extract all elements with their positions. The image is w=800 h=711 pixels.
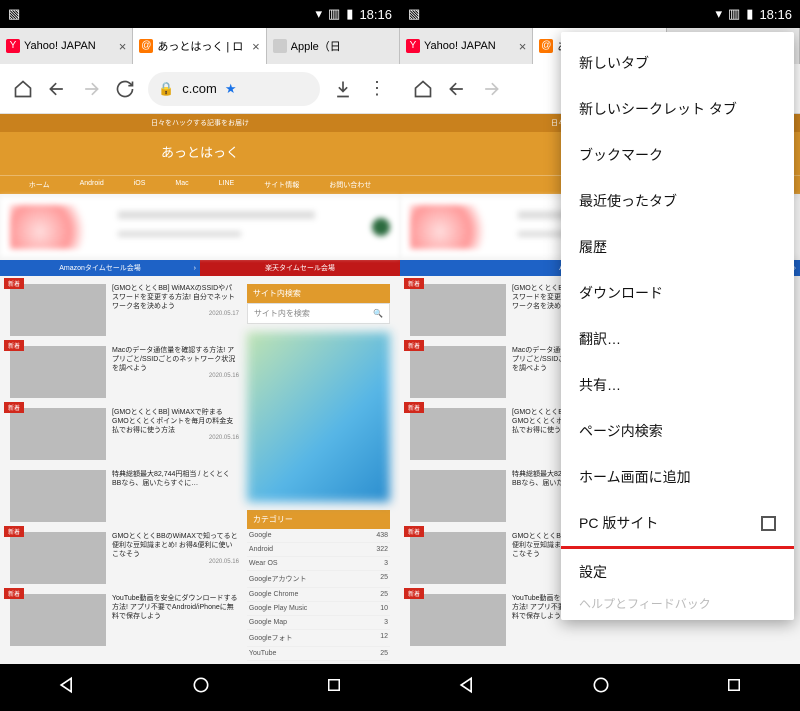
sale-bar: Amazonタイムセール会場› 楽天タイムセール会場 (0, 260, 400, 276)
status-time: 18:16 (759, 7, 792, 22)
back-button[interactable] (446, 78, 468, 100)
wifi-icon: ▾ (315, 6, 322, 22)
close-icon[interactable]: × (119, 39, 127, 54)
forward-button[interactable] (80, 78, 102, 100)
android-navbar (400, 664, 800, 711)
omnibox-text: c.com (182, 81, 217, 96)
page-content[interactable]: 日々をハックする記事をお届け あっとはっく ホーム Android iOS Ma… (0, 114, 400, 664)
forward-button[interactable] (480, 78, 502, 100)
tab-apple[interactable]: Apple（日 (267, 28, 400, 64)
favicon-athack: @ (139, 39, 153, 53)
site-nav: ホーム Android iOS Mac LINE サイト情報 お問い合わせ (0, 175, 400, 194)
overflow-menu-button[interactable]: ⋮ (366, 78, 388, 100)
home-button[interactable] (12, 78, 34, 100)
overflow-menu: 新しいタブ 新しいシークレット タブ ブックマーク 最近使ったタブ 履歴 ダウン… (561, 32, 794, 620)
bookmark-star-icon[interactable]: ★ (225, 81, 237, 97)
article-list: 新着[GMOとくとくBB] WiMAXのSSIDやパスワードを変更する方法! 自… (10, 284, 239, 661)
list-item[interactable]: 新着[GMOとくとくBB] WiMAXで貯まるGMOとくとくポイントを毎月の料金… (10, 408, 239, 460)
favicon-athack: @ (539, 39, 553, 53)
menu-add-to-home[interactable]: ホーム画面に追加 (561, 454, 794, 500)
favicon-yahoo: Y (406, 39, 420, 53)
no-sim-icon: ▥ (728, 6, 740, 22)
menu-share[interactable]: 共有… (561, 362, 794, 408)
list-item[interactable]: 新着YouTube動画を安全にダウンロードする方法! アプリ不要でAndroid… (10, 594, 239, 646)
android-navbar (0, 664, 400, 711)
list-item[interactable]: Google Map3 (247, 616, 390, 630)
menu-recent-tabs[interactable]: 最近使ったタブ (561, 178, 794, 224)
sidebar: サイト内検索 サイト内を検索🔍 カテゴリー Google438 Android3… (247, 284, 390, 661)
home-button[interactable] (412, 78, 434, 100)
search-input[interactable]: サイト内を検索🔍 (247, 303, 390, 324)
list-item[interactable]: 新着[GMOとくとくBB] WiMAXのSSIDやパスワードを変更する方法! 自… (10, 284, 239, 336)
menu-settings[interactable]: 設定 (561, 549, 794, 595)
nav-back-button[interactable] (457, 675, 477, 700)
browser-toolbar: 🔒 c.com ★ ⋮ (0, 64, 400, 114)
nav-home-button[interactable] (591, 675, 611, 700)
close-icon[interactable]: × (519, 39, 527, 54)
category-list: Google438 Android322 Wear OS3 Googleアカウン… (247, 529, 390, 661)
menu-translate[interactable]: 翻訳… (561, 316, 794, 362)
featured-article[interactable] (0, 197, 400, 257)
list-item[interactable]: 新着Macのデータ通信量を確認する方法! アプリごと/SSIDごとのネットワーク… (10, 346, 239, 398)
tab-yahoo[interactable]: Y Yahoo! JAPAN × (0, 28, 133, 64)
battery-icon: ▮ (346, 6, 353, 22)
menu-history[interactable]: 履歴 (561, 224, 794, 270)
status-time: 18:16 (359, 7, 392, 22)
ad-box[interactable] (247, 332, 390, 502)
list-item[interactable]: 新着GMOとくとくBBのWiMAXで知ってると便利な豆知識まとめ! お得&便利に… (10, 532, 239, 584)
category-header: カテゴリー (247, 510, 390, 529)
menu-desktop-site[interactable]: PC 版サイト (561, 500, 794, 549)
search-header: サイト内検索 (247, 284, 390, 303)
no-sim-icon: ▥ (328, 6, 340, 22)
battery-icon: ▮ (746, 6, 753, 22)
chevron-right-icon: › (194, 265, 196, 272)
list-item[interactable]: Googleフォト12 (247, 630, 390, 647)
nav-back-button[interactable] (57, 675, 77, 700)
list-item[interactable]: Google438 (247, 529, 390, 543)
status-bar: ▧ ▾ ▥ ▮ 18:16 (400, 0, 800, 28)
picture-icon: ▧ (408, 6, 420, 22)
lock-icon: 🔒 (158, 81, 174, 97)
menu-downloads[interactable]: ダウンロード (561, 270, 794, 316)
reload-button[interactable] (114, 78, 136, 100)
tab-yahoo[interactable]: Y Yahoo! JAPAN × (400, 28, 533, 64)
omnibox[interactable]: 🔒 c.com ★ (148, 72, 320, 106)
list-item[interactable]: Android322 (247, 543, 390, 557)
list-item[interactable]: 特典総額最大82,744円相当 / とくとくBBなら、届いたらすぐに… (10, 470, 239, 522)
site-header: 日々をハックする記事をお届け あっとはっく ホーム Android iOS Ma… (0, 114, 400, 194)
list-item[interactable]: Google Chrome25 (247, 588, 390, 602)
menu-new-tab[interactable]: 新しいタブ (561, 40, 794, 86)
phone-right: ▧ ▾ ▥ ▮ 18:16 Y Yahoo! JAPAN × @ あっとはっく … (400, 0, 800, 711)
close-icon[interactable]: × (252, 39, 260, 54)
menu-help[interactable]: ヘルプとフィードバック (561, 595, 794, 612)
menu-bookmarks[interactable]: ブックマーク (561, 132, 794, 178)
nav-recent-button[interactable] (725, 676, 743, 699)
checkbox-icon[interactable] (761, 516, 776, 531)
phone-left: ▧ ▾ ▥ ▮ 18:16 Y Yahoo! JAPAN × @ あっとはっく … (0, 0, 400, 711)
list-item[interactable]: Wear OS3 (247, 557, 390, 571)
wifi-icon: ▾ (715, 6, 722, 22)
list-item[interactable]: YouTube25 (247, 647, 390, 661)
list-item[interactable]: Googleアカウント25 (247, 571, 390, 588)
menu-find-in-page[interactable]: ページ内検索 (561, 408, 794, 454)
nav-home-button[interactable] (191, 675, 211, 700)
download-button[interactable] (332, 78, 354, 100)
favicon-apple (273, 39, 287, 53)
status-bar: ▧ ▾ ▥ ▮ 18:16 (0, 0, 400, 28)
tab-strip: Y Yahoo! JAPAN × @ あっとはっく | ロ × Apple（日 (0, 28, 400, 64)
picture-icon: ▧ (8, 6, 20, 22)
favicon-yahoo: Y (6, 39, 20, 53)
list-item[interactable]: Google Play Music10 (247, 602, 390, 616)
menu-incognito[interactable]: 新しいシークレット タブ (561, 86, 794, 132)
rakuten-sale-link[interactable]: 楽天タイムセール会場 (200, 260, 400, 276)
back-button[interactable] (46, 78, 68, 100)
search-icon: 🔍 (373, 309, 383, 318)
tab-athack[interactable]: @ あっとはっく | ロ × (133, 28, 266, 64)
amazon-sale-link[interactable]: Amazonタイムセール会場› (0, 260, 200, 276)
nav-recent-button[interactable] (325, 676, 343, 699)
